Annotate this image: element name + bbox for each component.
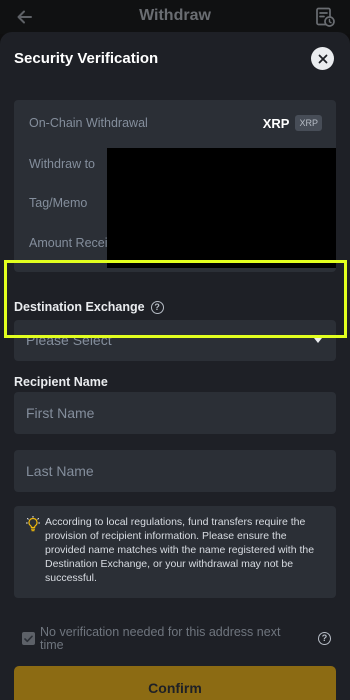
app-title: Withdraw [139,7,211,24]
first-name-placeholder: First Name [26,405,95,421]
coin-tag: XRP [295,115,322,131]
coin-name: XRP [262,115,290,131]
security-verification-sheet: Security Verification On-Chain Withdrawa… [0,32,350,700]
chevron-down-icon [314,338,322,343]
recipient-name-label: Recipient Name [14,375,108,389]
summary-row-label: On-Chain Withdrawal [29,116,148,130]
no-verification-checkbox[interactable] [22,632,35,645]
destination-exchange-highlight [4,260,347,338]
close-icon [318,54,327,63]
regulation-notice: According to local regulations, fund tra… [14,506,336,598]
notice-text: According to local regulations, fund tra… [45,516,315,584]
app-header: Withdraw [0,0,350,34]
last-name-field[interactable]: Last Name [14,450,336,492]
confirm-button[interactable]: Confirm [14,666,336,700]
recipient-name-label-text: Recipient Name [14,375,108,389]
withdrawal-summary: On-Chain Withdrawal XRP XRP Withdraw to … [14,100,336,272]
history-doc-icon[interactable] [314,6,336,28]
confirm-label: Confirm [148,680,202,696]
help-icon[interactable]: ? [318,632,331,645]
close-button[interactable] [311,47,334,70]
summary-row-label: Tag/Memo [29,196,88,210]
last-name-placeholder: Last Name [26,463,94,479]
summary-row-label: Amount Recei [29,236,108,250]
lightbulb-icon [26,516,40,532]
check-icon [24,635,33,642]
no-verification-label: No verification needed for this address … [40,625,281,652]
sheet-title: Security Verification [14,50,159,67]
redaction-block [107,148,336,268]
first-name-field[interactable]: First Name [14,392,336,434]
coin-display: XRP XRP [263,115,322,131]
summary-row-label: Withdraw to [29,157,95,171]
